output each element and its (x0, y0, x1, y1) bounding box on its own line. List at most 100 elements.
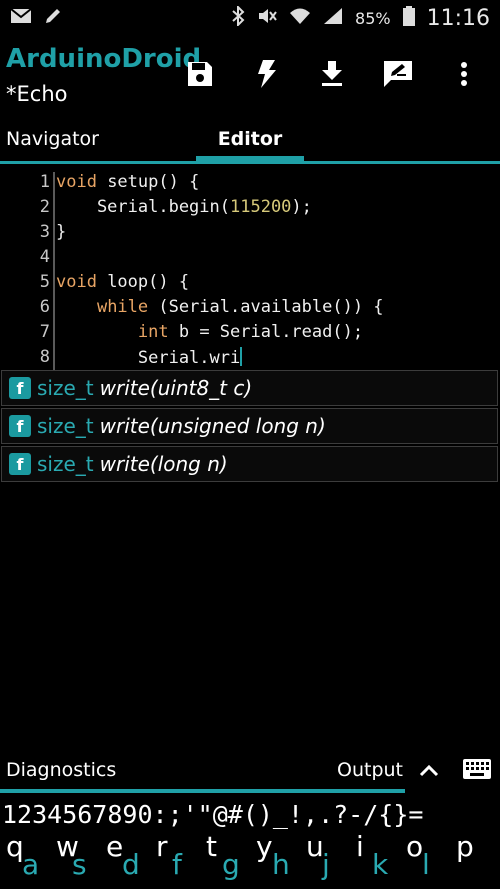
function-badge-icon: f (9, 415, 31, 437)
battery-icon (402, 5, 415, 31)
tab-diagnostics[interactable]: Diagnostics (6, 759, 116, 781)
download-button[interactable] (314, 56, 350, 92)
code-editor[interactable]: 1 void setup() {2 Serial.begin(115200); 3}… (0, 172, 500, 372)
line-number: 7 (39, 322, 50, 342)
function-badge-icon: f (9, 377, 31, 399)
key-r[interactable]: rf (150, 830, 200, 889)
key-secondary-char: f (172, 848, 182, 881)
mute-icon (257, 7, 277, 30)
chevron-up-icon (419, 764, 439, 777)
key-i[interactable]: ik (350, 830, 400, 889)
more-vert-icon (461, 62, 467, 86)
key-secondary-char: j (322, 848, 330, 881)
tab-navigator[interactable]: Navigator (6, 128, 99, 150)
suggestion-item[interactable]: f size_t write(long n) (1, 446, 498, 482)
diagnostics-bar: Diagnostics Output (0, 752, 500, 794)
key-y[interactable]: yh (250, 830, 300, 889)
key-p[interactable]: p (450, 830, 500, 889)
code-text: } (56, 222, 67, 242)
code-text: void loop() { (56, 272, 190, 292)
key-primary-char: e (106, 830, 124, 863)
code-text: Serial.begin(115200); (56, 197, 312, 217)
key-primary-char: y (256, 830, 273, 863)
key-primary-char: o (406, 830, 424, 863)
suggestion-item[interactable]: f size_t write(uint8_t c) (1, 370, 498, 406)
key-primary-char: p (456, 830, 474, 863)
line-number: 2 (39, 197, 50, 217)
line-number: 1 (39, 172, 50, 192)
upload-flash-button[interactable] (248, 56, 284, 92)
suggestion-signature: write(uint8_t c) (99, 376, 253, 400)
suggestion-item[interactable]: f size_t write(unsigned long n) (1, 408, 498, 444)
wifi-icon (289, 7, 311, 30)
text-cursor (240, 347, 243, 366)
diagnostics-indicator (0, 789, 405, 793)
code-line: 6 while (Serial.available()) { (0, 297, 500, 322)
code-text: int b = Serial.read(); (137, 322, 364, 342)
key-w[interactable]: ws (50, 830, 100, 889)
key-secondary-char: d (122, 848, 140, 881)
tab-divider (0, 161, 500, 164)
key-secondary-char: s (72, 848, 87, 881)
status-bar: 85% 11:16 (0, 0, 500, 36)
code-line: 4 (0, 247, 500, 272)
line-number: 4 (39, 247, 50, 267)
app-title: ArduinoDroid (6, 44, 202, 74)
code-line: 3} (0, 222, 500, 247)
code-text: while (Serial.available()) { (96, 297, 384, 317)
suggestion-return-type: size_t (37, 376, 94, 400)
suggestion-return-type: size_t (37, 452, 94, 476)
key-e[interactable]: ed (100, 830, 150, 889)
code-line: 7 int b = Serial.read(); (0, 322, 500, 347)
key-q[interactable]: qa (0, 830, 50, 889)
code-line: 5 void loop() { (0, 272, 500, 297)
suggestion-return-type: size_t (37, 414, 94, 438)
battery-percent: 85% (355, 8, 391, 28)
letter-row: qawsedrftgyhujikolp (0, 830, 500, 889)
line-number: 6 (39, 297, 50, 317)
toggle-keyboard-button[interactable] (462, 758, 492, 784)
code-line: 1 void setup() { (0, 172, 500, 197)
tab-output[interactable]: Output (337, 759, 403, 781)
keyboard-icon (463, 759, 491, 779)
edit-icon (384, 61, 412, 87)
line-number: 3 (39, 222, 50, 242)
edit-notification-icon (44, 7, 62, 30)
edit-button[interactable] (380, 56, 416, 92)
bluetooth-icon (231, 4, 245, 31)
toolbar-actions (182, 56, 482, 92)
download-icon (322, 61, 342, 86)
code-line: 2 Serial.begin(115200); (0, 197, 500, 222)
key-o[interactable]: ol (400, 830, 450, 889)
key-u[interactable]: uj (300, 830, 350, 889)
clock: 11:16 (426, 5, 490, 31)
key-t[interactable]: tg (200, 830, 250, 889)
symbol-row[interactable]: 1234567890:;'"@#()_!,.?-/{}= (2, 800, 423, 829)
key-secondary-char: a (22, 848, 40, 881)
tab-bar: Navigator Editor (0, 118, 500, 164)
line-number: 5 (39, 272, 50, 292)
key-secondary-char: l (422, 848, 430, 881)
tab-editor[interactable]: Editor (196, 128, 304, 150)
app-bar: ArduinoDroid *Echo (0, 36, 500, 118)
signal-icon (323, 7, 343, 30)
code-line: 8 Serial.wri (0, 347, 500, 372)
key-primary-char: r (156, 830, 168, 863)
key-secondary-char: g (222, 848, 240, 881)
key-primary-char: i (356, 830, 364, 863)
code-text: Serial.wri (56, 347, 243, 368)
line-number: 8 (39, 347, 50, 367)
suggestion-signature: write(long n) (99, 452, 228, 476)
mail-icon (10, 7, 32, 29)
expand-panel-button[interactable] (418, 760, 440, 786)
save-button[interactable] (182, 56, 218, 92)
key-secondary-char: h (272, 848, 290, 881)
save-icon (188, 62, 212, 86)
function-badge-icon: f (9, 453, 31, 475)
code-text: void setup() { (56, 172, 200, 192)
file-name: *Echo (6, 82, 68, 106)
more-options-button[interactable] (446, 56, 482, 92)
key-secondary-char: k (372, 848, 389, 881)
flash-icon (258, 60, 276, 88)
suggestion-signature: write(unsigned long n) (99, 414, 326, 438)
